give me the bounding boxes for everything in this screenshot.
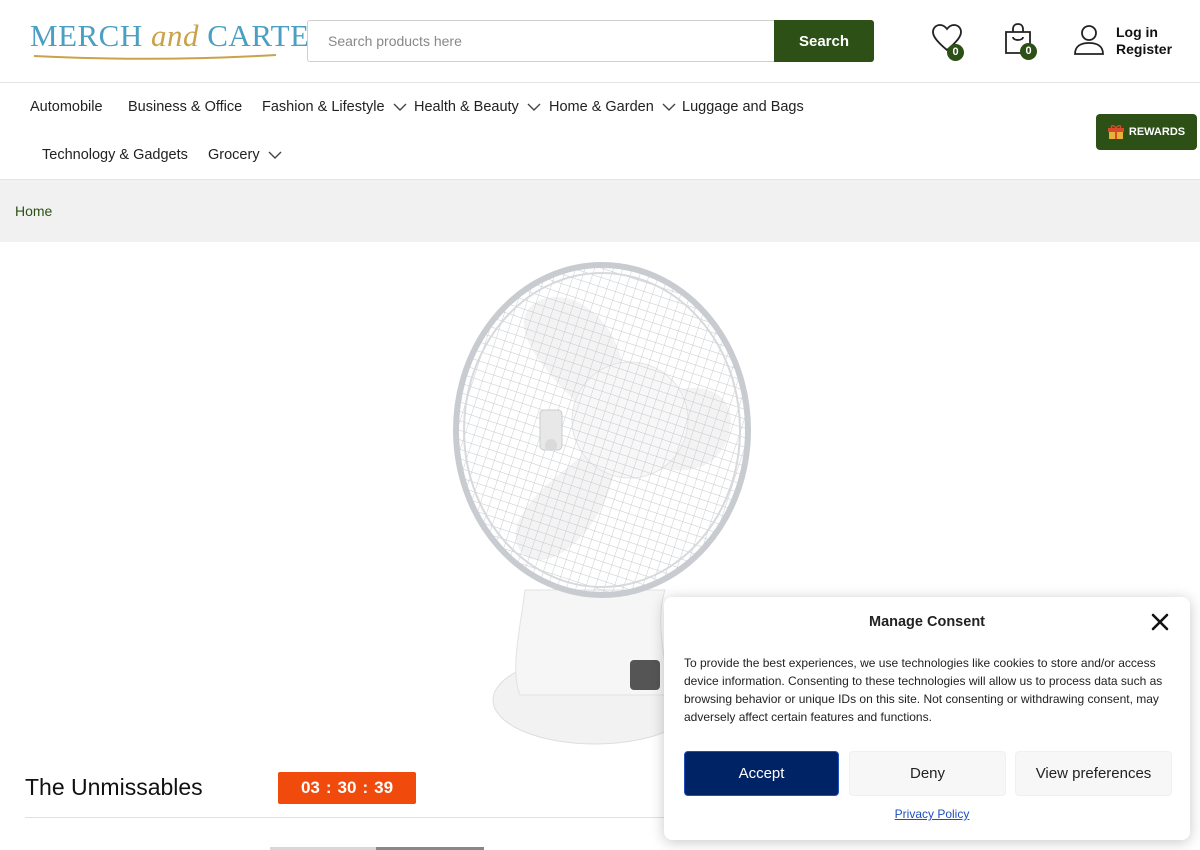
nav-item-luggage-bags[interactable]: Luggage and Bags	[682, 99, 804, 115]
privacy-policy-link[interactable]: Privacy Policy	[664, 807, 1200, 821]
timer-separator: :	[362, 778, 369, 797]
consent-description: To provide the best experiences, we use …	[684, 656, 1163, 724]
timer-seconds: 39	[374, 778, 394, 797]
nav-item-technology-gadgets[interactable]: Technology & Gadgets	[42, 147, 188, 163]
user-icon	[1074, 25, 1104, 55]
section-title: The Unmissables	[25, 774, 203, 800]
deny-button[interactable]: Deny	[849, 751, 1006, 796]
nav-item-label: Luggage and Bags	[682, 99, 804, 115]
chevron-down-icon	[662, 103, 676, 111]
view-preferences-button[interactable]: View preferences	[1015, 751, 1172, 796]
main-navigation: Automobile Business & Office Fashion & L…	[0, 83, 1200, 180]
nav-item-fashion-lifestyle[interactable]: Fashion & Lifestyle	[262, 99, 407, 115]
cart-count-badge: 0	[1020, 43, 1037, 60]
nav-item-business-office[interactable]: Business & Office	[128, 99, 242, 115]
nav-item-label: Grocery	[208, 147, 260, 163]
nav-item-grocery[interactable]: Grocery	[208, 147, 282, 163]
chevron-down-icon	[268, 151, 282, 159]
rewards-button[interactable]: REWARDS	[1096, 114, 1197, 150]
chevron-down-icon	[527, 103, 541, 111]
section-divider	[25, 817, 675, 818]
accept-button[interactable]: Accept	[684, 751, 839, 796]
timer-minutes: 30	[337, 778, 357, 797]
logo-merch: MERCH	[30, 18, 151, 53]
site-logo[interactable]: MERCH and CARTER	[30, 18, 330, 62]
logo-swoosh	[33, 54, 277, 60]
logo-text: MERCH and CARTER	[30, 18, 330, 54]
rewards-label: REWARDS	[1128, 126, 1186, 138]
nav-item-label: Technology & Gadgets	[42, 147, 188, 163]
site-header: MERCH and CARTER Search 0 0 Log in Regis…	[0, 0, 1200, 83]
countdown-timer: 03 : 30 : 39	[278, 772, 416, 804]
search-button[interactable]: Search	[774, 20, 874, 62]
nav-item-label: Home & Garden	[549, 99, 654, 115]
consent-title: Manage Consent	[868, 614, 985, 630]
nav-item-label: Fashion & Lifestyle	[262, 99, 385, 115]
breadcrumb-bar: Home	[0, 180, 1200, 242]
nav-item-automobile[interactable]: Automobile	[30, 99, 103, 115]
nav-item-label: Health & Beauty	[414, 99, 519, 115]
chevron-down-icon	[393, 103, 407, 111]
nav-item-home-garden[interactable]: Home & Garden	[549, 99, 676, 115]
login-link[interactable]: Log in	[1116, 24, 1172, 41]
cart-button[interactable]: 0	[1002, 22, 1042, 62]
logo-and: and	[151, 18, 199, 53]
register-link[interactable]: Register	[1116, 41, 1172, 58]
nav-item-health-beauty[interactable]: Health & Beauty	[414, 99, 541, 115]
timer-separator: :	[325, 778, 332, 797]
wishlist-button[interactable]: 0	[930, 22, 970, 62]
account-links: Log in Register	[1116, 24, 1172, 58]
wishlist-count-badge: 0	[947, 44, 964, 61]
gift-icon	[1107, 125, 1124, 139]
search-input[interactable]	[307, 20, 774, 62]
search-bar: Search	[307, 20, 874, 62]
timer-hours: 03	[300, 778, 320, 797]
cookie-consent-dialog: Manage Consent To provide the best exper…	[664, 597, 1190, 840]
account-menu[interactable]: Log in Register	[1072, 22, 1182, 62]
close-icon[interactable]	[1150, 612, 1170, 632]
nav-item-label: Automobile	[30, 99, 103, 115]
breadcrumb-home[interactable]: Home	[15, 203, 52, 219]
nav-item-label: Business & Office	[128, 99, 243, 115]
